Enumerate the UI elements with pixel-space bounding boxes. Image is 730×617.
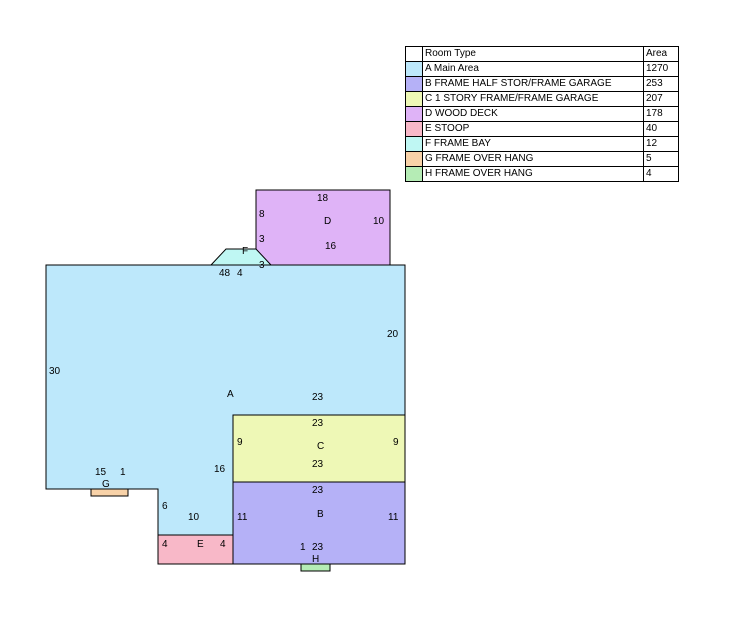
dim-a-bottom-left-offset: 1: [120, 467, 126, 478]
floor-plan-sketch: 30 48 4 20 23 16 15 1 6 10 A 23 9 9 23 C…: [45, 189, 406, 572]
dim-a-bottom: 23: [312, 392, 324, 403]
label-h: H: [312, 554, 319, 565]
dim-d-top: 18: [317, 193, 329, 204]
dim-c-left: 9: [237, 437, 243, 448]
label-g: G: [102, 479, 110, 490]
dim-d-left: 8: [259, 209, 265, 220]
dim-b-overhang: 1: [300, 542, 306, 553]
dim-d-right: 10: [373, 216, 385, 227]
dim-b-right: 11: [388, 512, 399, 523]
label-e: E: [197, 539, 204, 550]
dim-c-bottom: 23: [312, 459, 324, 470]
label-b: B: [317, 509, 324, 520]
dim-a-top-bay: 4: [237, 268, 243, 279]
dim-e-left: 4: [162, 539, 168, 550]
dim-c-top: 23: [312, 418, 324, 429]
label-c: C: [317, 441, 324, 452]
dim-d-bay: 3: [259, 260, 265, 271]
label-d: D: [324, 216, 331, 227]
dim-a-step-bottom: 10: [188, 512, 200, 523]
area-h-shape: [300, 563, 331, 572]
dim-e-right: 4: [220, 539, 226, 550]
dim-c-right: 9: [393, 437, 399, 448]
dim-a-step: 6: [162, 501, 168, 512]
dim-d-left-lower: 3: [259, 234, 265, 245]
dim-a-right: 20: [387, 329, 399, 340]
dim-a-bottom-left: 15: [95, 467, 107, 478]
dim-b-left: 11: [237, 512, 248, 523]
dim-d-bottom: 16: [325, 241, 337, 252]
dim-a-left: 30: [49, 366, 61, 377]
dim-b-top: 23: [312, 485, 324, 496]
dim-a-inner: 16: [214, 464, 226, 475]
dim-b-bottom: 23: [312, 542, 324, 553]
label-a: A: [227, 389, 234, 400]
dim-a-top: 48: [219, 268, 231, 279]
area-g-shape: [90, 488, 129, 497]
label-f: F: [242, 246, 248, 257]
